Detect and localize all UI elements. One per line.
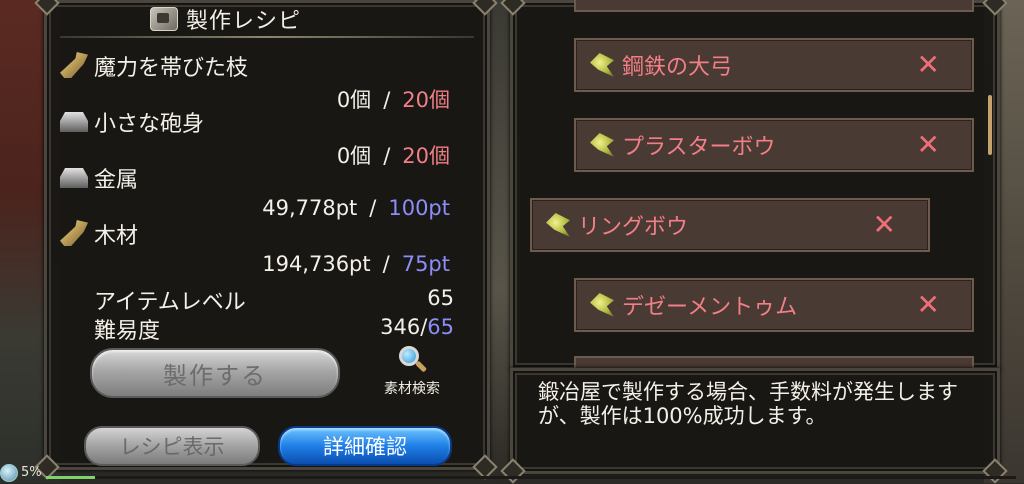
unavailable-x-icon: ✕	[872, 208, 896, 241]
recipe-name: リングボウ	[578, 215, 689, 240]
difficulty-have: 346	[380, 315, 421, 339]
recipe-name: デゼーメントゥム	[622, 295, 798, 320]
material-have: 49,778pt	[262, 196, 358, 220]
material-name: 小さな砲身	[94, 112, 205, 137]
bow-icon	[590, 53, 614, 77]
recipe-view-button[interactable]: レシピ表示	[84, 426, 260, 466]
material-count: 49,778pt / 100pt	[262, 196, 450, 220]
info-message: 鍛冶屋で製作する場合、手数料が発生しますが、製作は100%成功します。	[538, 380, 958, 428]
experience-percent: 5%	[21, 465, 42, 480]
search-materials-button[interactable]: 素材検索	[372, 346, 452, 406]
list-scrollbar[interactable]	[988, 95, 992, 155]
page-title: 製作レシピ	[186, 9, 302, 34]
recipe-book-icon	[150, 7, 178, 31]
material-row: 木材 194,736pt / 75pt	[60, 218, 460, 278]
list-item-partial	[574, 0, 974, 12]
bow-icon	[546, 213, 570, 237]
material-name: 木材	[94, 224, 139, 249]
recipe-list-item[interactable]: プラスターボウ ✕	[574, 118, 974, 172]
material-need: 100pt	[388, 196, 450, 220]
title-divider	[60, 36, 474, 38]
difficulty-need: 65	[427, 315, 454, 339]
material-row: 小さな砲身 0個/20個	[60, 106, 460, 168]
magnifier-icon	[397, 346, 428, 376]
material-name: 魔力を帯びた枝	[94, 56, 249, 81]
branch-icon	[60, 52, 88, 78]
count-separator: /	[382, 252, 390, 276]
material-row: 金属 49,778pt / 100pt	[60, 162, 460, 222]
recipe-list-item[interactable]: 鋼鉄の大弓 ✕	[574, 38, 974, 92]
recipe-list-item[interactable]: デゼーメントゥム ✕	[574, 278, 974, 332]
panel-header: 製作レシピ	[150, 4, 301, 34]
material-have: 194,736pt	[262, 252, 371, 276]
status-indicator: 5%	[0, 462, 42, 483]
bow-icon	[590, 293, 614, 317]
ingot-icon	[60, 168, 88, 188]
list-item-partial	[574, 356, 974, 368]
branch-icon	[60, 220, 88, 246]
unavailable-x-icon: ✕	[916, 288, 940, 321]
material-need: 75pt	[401, 252, 450, 276]
bow-icon	[590, 133, 614, 157]
detail-confirm-button[interactable]: 詳細確認	[278, 426, 452, 466]
recipe-name: プラスターボウ	[622, 135, 776, 160]
experience-bar	[46, 476, 1016, 479]
recipe-name: 鋼鉄の大弓	[622, 55, 733, 80]
recipe-list-item-selected[interactable]: リングボウ ✕	[530, 198, 930, 252]
count-separator: /	[369, 196, 377, 220]
material-row: 魔力を帯びた枝 0個/20個	[60, 50, 460, 112]
experience-bar-fill	[46, 476, 95, 479]
craft-button[interactable]: 製作する	[90, 348, 340, 398]
unavailable-x-icon: ✕	[916, 48, 940, 81]
material-count: 194,736pt / 75pt	[262, 252, 450, 276]
unavailable-x-icon: ✕	[916, 128, 940, 161]
item-level-value: 65	[427, 286, 454, 310]
experience-orb-icon	[0, 463, 18, 482]
difficulty-value: 346/65	[60, 315, 454, 339]
search-materials-label: 素材検索	[384, 381, 440, 397]
material-name: 金属	[94, 168, 139, 193]
ingot-icon	[60, 112, 88, 132]
